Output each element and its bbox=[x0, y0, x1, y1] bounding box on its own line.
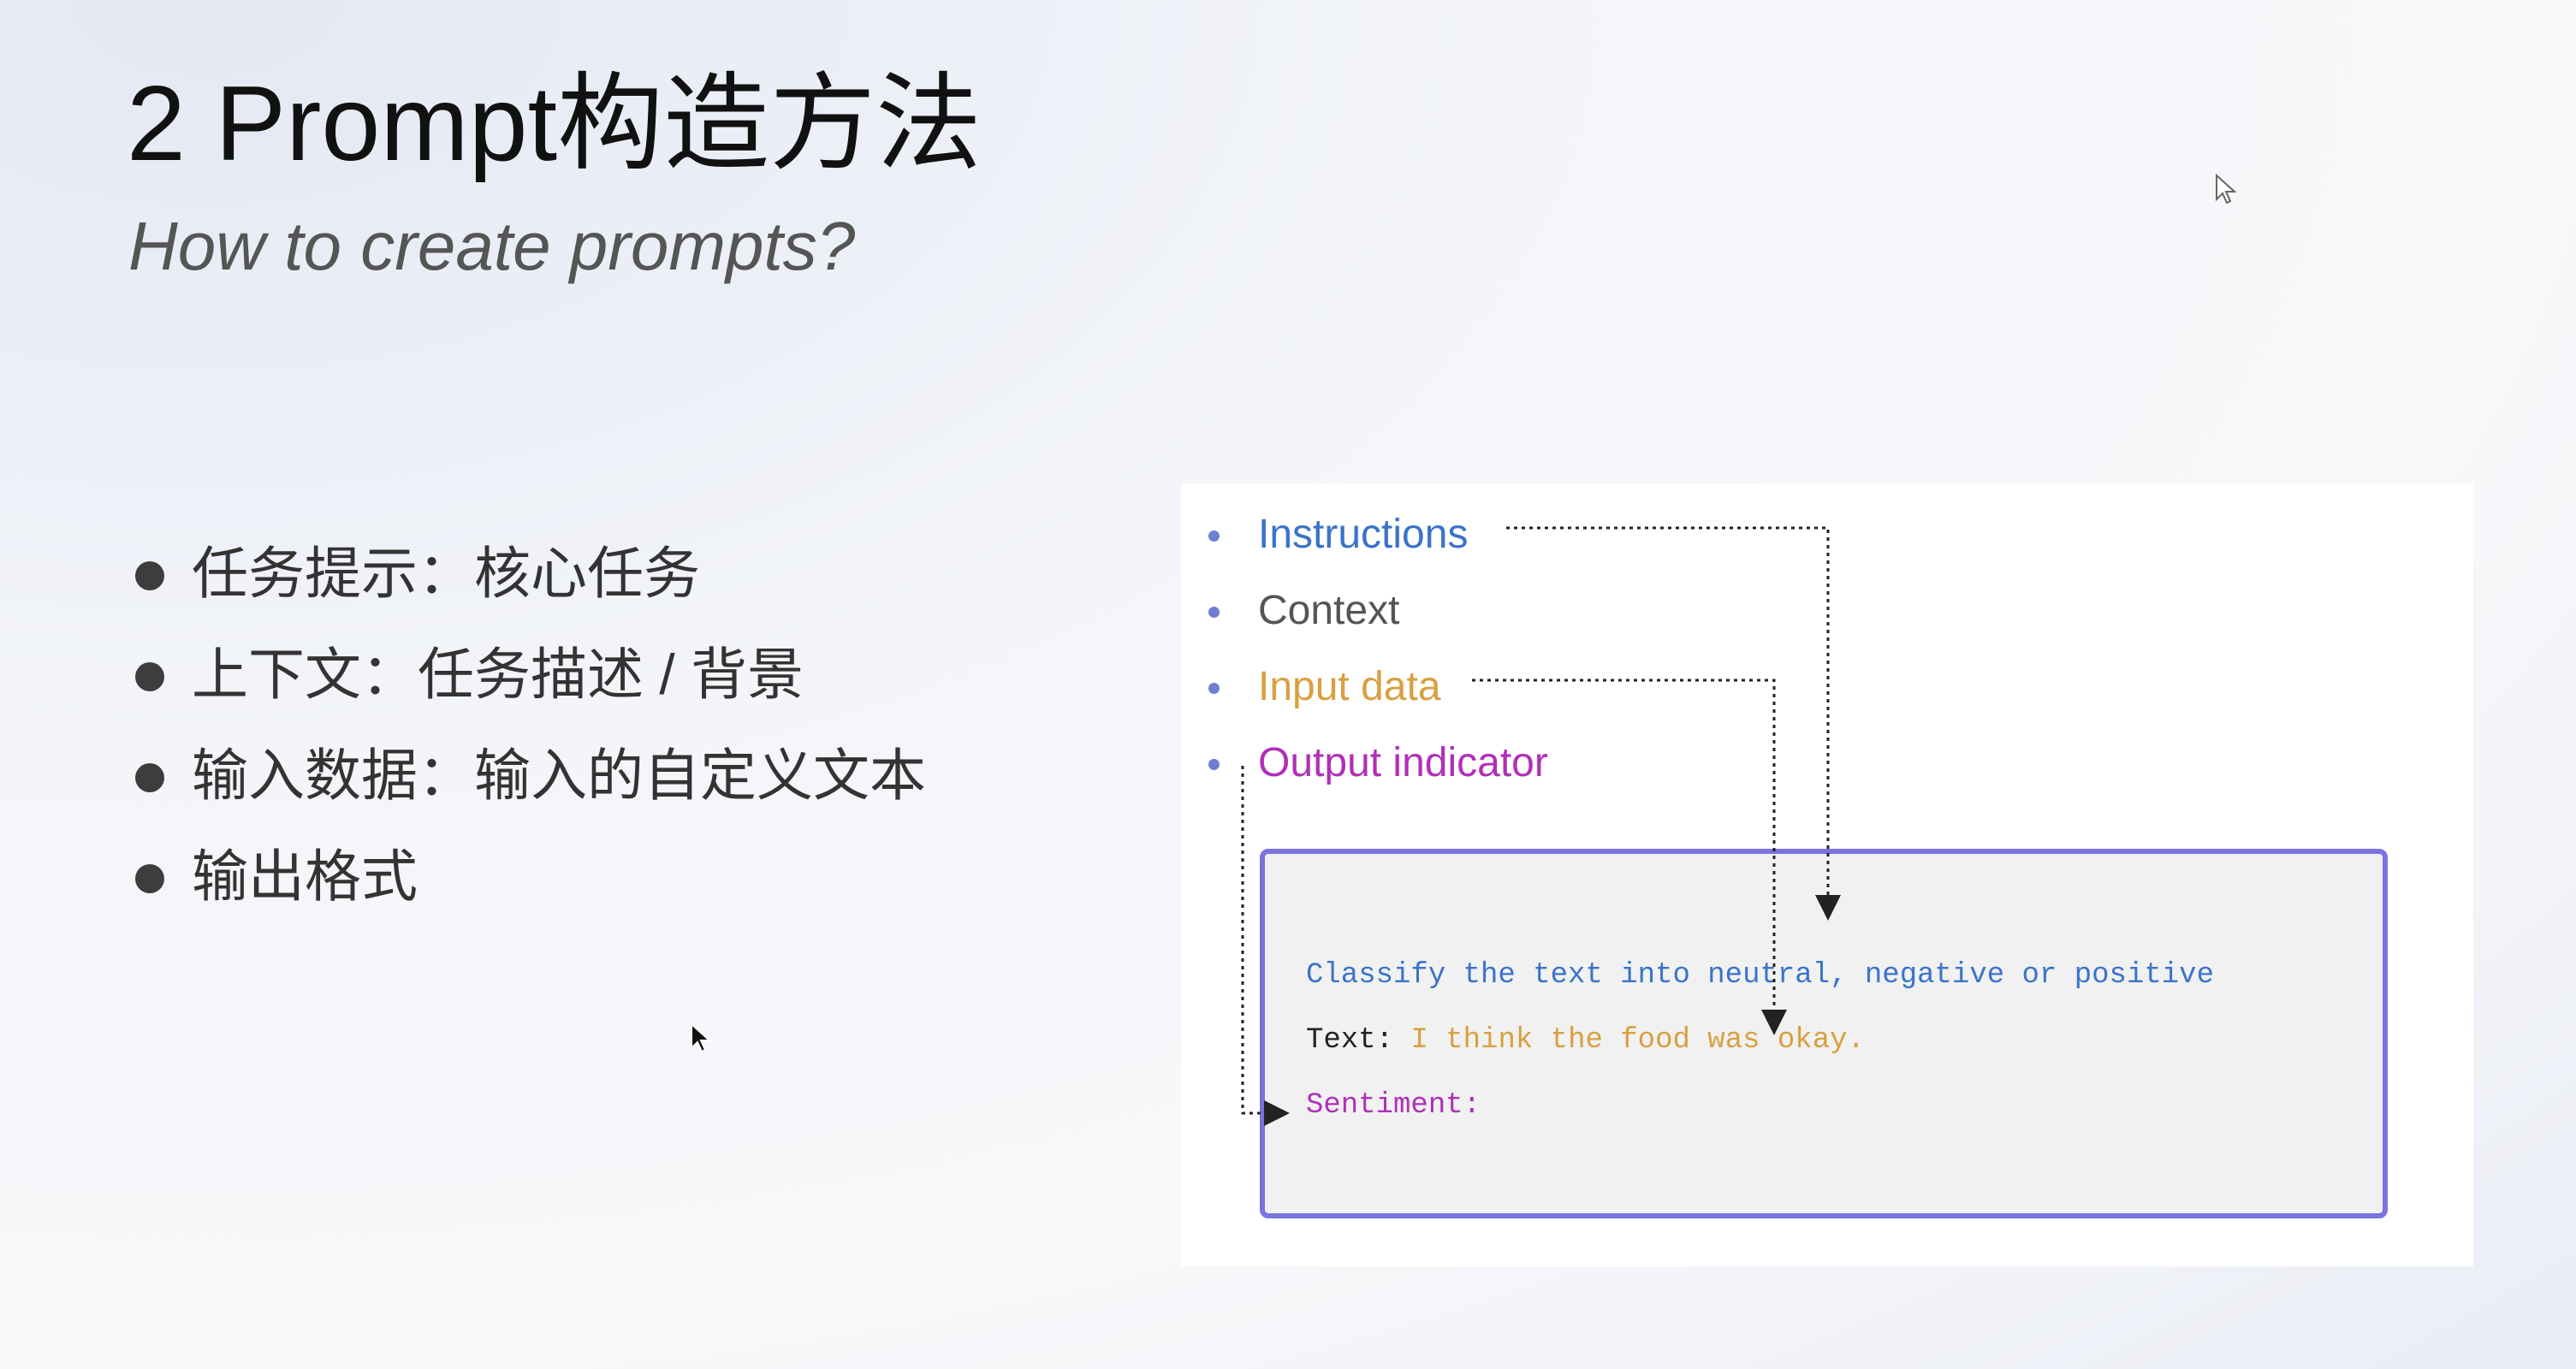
slide-subtitle: How to create prompts? bbox=[128, 208, 856, 284]
input-data-connector bbox=[1472, 679, 1787, 1035]
bullet-text: 上下文：任务描述 / 背景 bbox=[192, 643, 804, 706]
bullet-item-input: 输入数据：输入的自定义文本 bbox=[128, 732, 926, 833]
bullet-dot-icon bbox=[135, 561, 164, 590]
bullet-dot-icon bbox=[135, 763, 164, 792]
bullet-text: 输出格式 bbox=[192, 845, 418, 908]
connector-arrows bbox=[1241, 526, 1841, 1126]
hollow-cursor-icon bbox=[2216, 174, 2237, 204]
bullet-item-output: 输出格式 bbox=[128, 833, 926, 934]
bullet-text: 输入数据：输入的自定义文本 bbox=[192, 744, 926, 807]
bullet-text: 任务提示：核心任务 bbox=[192, 542, 700, 605]
bullet-dot-icon bbox=[135, 662, 164, 691]
slide-title: 2 Prompt构造方法 bbox=[127, 65, 982, 183]
instructions-connector bbox=[1506, 526, 1841, 921]
bullet-list: 任务提示：核心任务 上下文：任务描述 / 背景 输入数据：输入的自定义文本 输出… bbox=[128, 530, 926, 934]
pointer-cursor-icon bbox=[691, 1022, 712, 1053]
bullet-item-task: 任务提示：核心任务 bbox=[128, 530, 926, 631]
prompt-elements-diagram: Instructions Context Input data Output i… bbox=[1181, 483, 2473, 1266]
bullet-item-context: 上下文：任务描述 / 背景 bbox=[128, 631, 926, 732]
output-indicator-connector bbox=[1241, 766, 1290, 1126]
bullet-dot-icon bbox=[135, 864, 164, 893]
